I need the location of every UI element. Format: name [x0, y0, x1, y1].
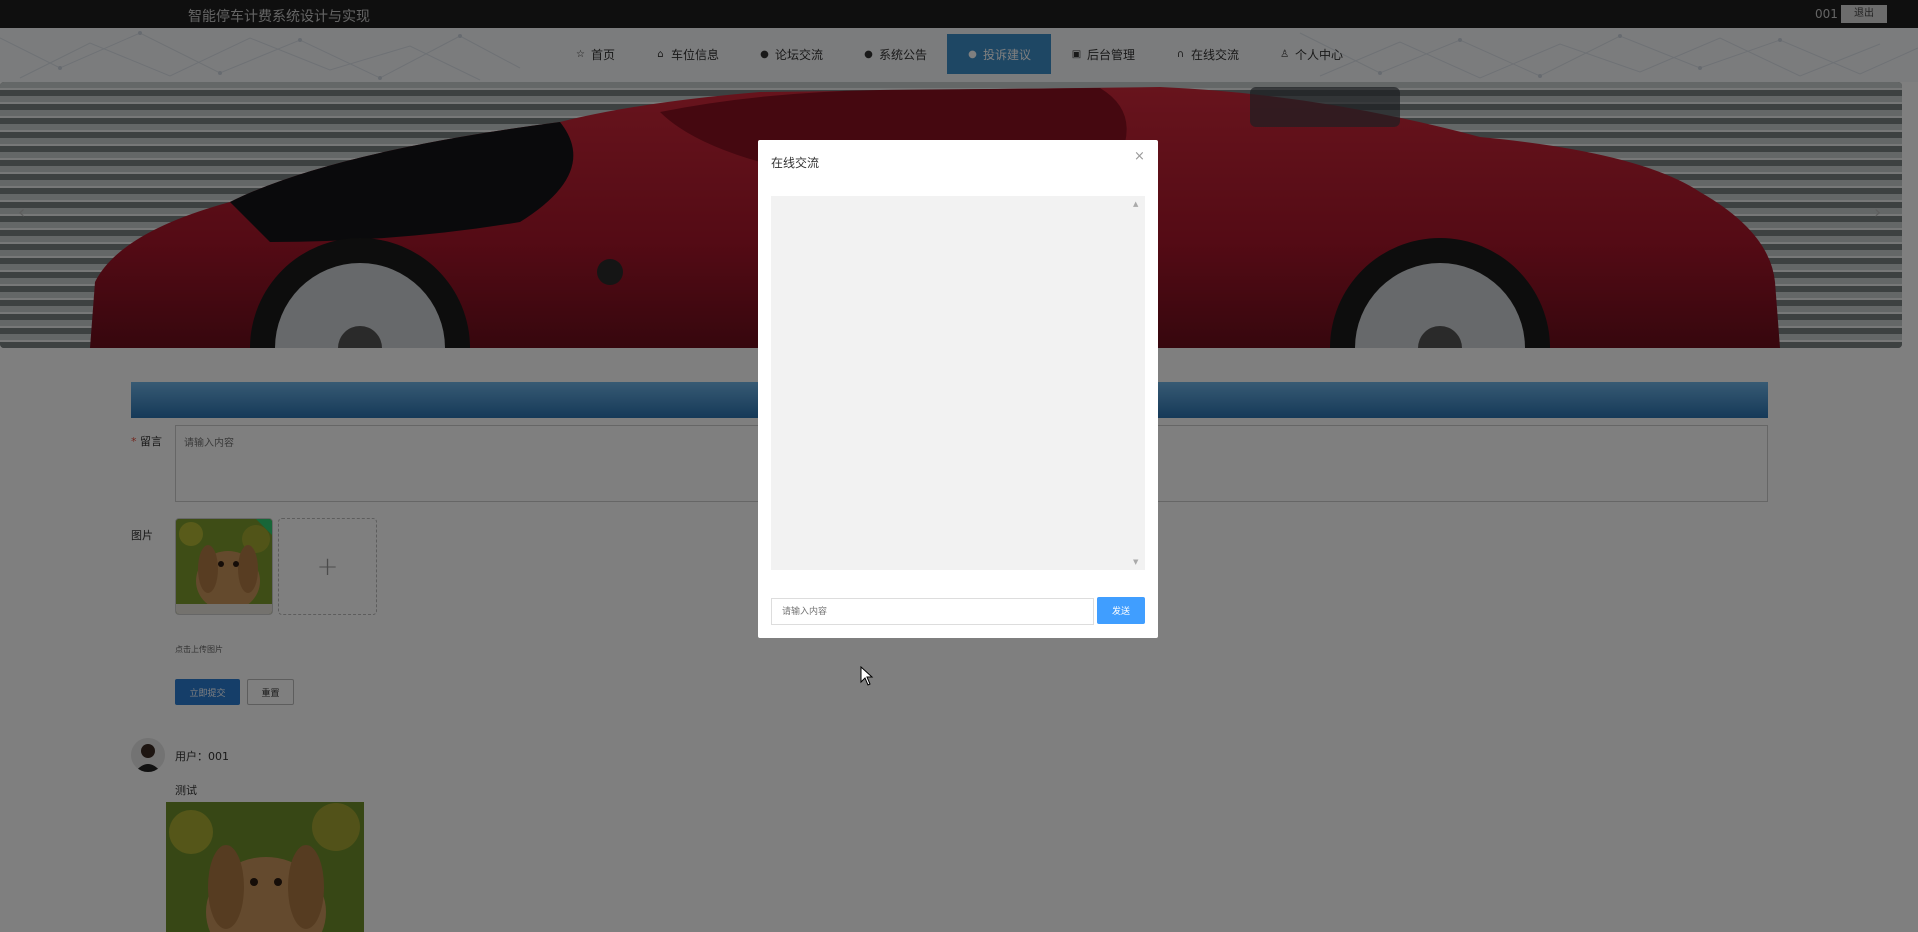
send-button[interactable]: 发送: [1097, 597, 1145, 624]
online-chat-dialog: 在线交流 × ▲ ▼ 发送: [758, 140, 1158, 638]
scroll-up-arrow-icon[interactable]: ▲: [1133, 200, 1138, 208]
dialog-title: 在线交流: [771, 156, 820, 170]
chat-input[interactable]: [771, 598, 1094, 625]
mouse-cursor-icon: [860, 666, 874, 686]
scroll-down-arrow-icon[interactable]: ▼: [1133, 558, 1138, 566]
chat-messages-area[interactable]: ▲ ▼: [771, 196, 1145, 570]
close-icon[interactable]: ×: [1134, 150, 1145, 164]
